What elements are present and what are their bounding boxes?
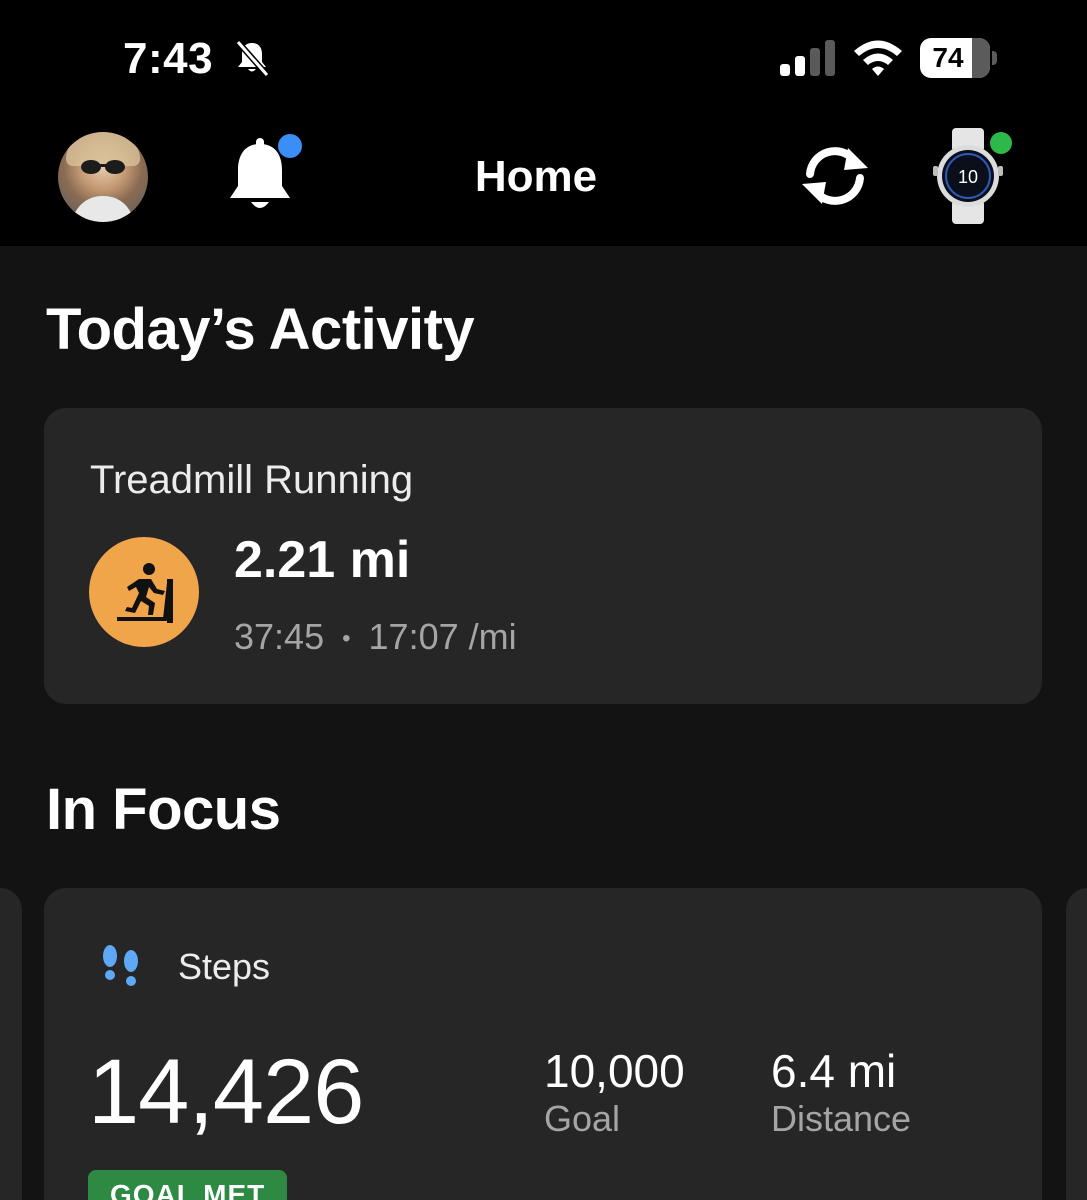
activity-card[interactable]: Treadmill Running 2.21 mi 37:45 • 17:07 … bbox=[44, 408, 1042, 704]
todays-activity-heading: Today’s Activity bbox=[46, 297, 475, 362]
steps-card[interactable]: Steps 14,426 10,000 Goal 6.4 mi Distance… bbox=[44, 888, 1042, 1200]
activity-pace: 17:07 /mi bbox=[368, 616, 517, 657]
cellular-signal-icon bbox=[780, 40, 835, 76]
battery-nub bbox=[992, 51, 997, 65]
steps-count: 14,426 bbox=[88, 1041, 364, 1143]
battery-indicator: 74 bbox=[920, 38, 998, 78]
status-time: 7:43 bbox=[123, 34, 214, 83]
steps-goal-label: Goal bbox=[544, 1098, 621, 1139]
bell-slash-icon bbox=[235, 40, 270, 77]
sync-icon[interactable] bbox=[798, 144, 872, 208]
activity-type-badge bbox=[89, 537, 199, 647]
screen: 7:43 74 Home 10 Today’s Activity Treadmi… bbox=[0, 0, 1087, 1200]
battery-body: 74 bbox=[920, 38, 990, 78]
steps-distance-value: 6.4 mi bbox=[771, 1045, 897, 1097]
avatar-shirt bbox=[72, 196, 134, 222]
status-bar: 7:43 74 bbox=[0, 0, 1087, 118]
activity-summary: 37:45 • 17:07 /mi bbox=[234, 616, 517, 658]
next-focus-card[interactable] bbox=[1066, 888, 1087, 1200]
steps-distance-label: Distance bbox=[771, 1098, 912, 1139]
device-connected-dot bbox=[990, 132, 1012, 154]
wifi-icon bbox=[854, 40, 902, 76]
activity-separator: • bbox=[342, 625, 351, 653]
app-header: Home 10 bbox=[0, 118, 1087, 246]
activity-duration: 37:45 bbox=[234, 616, 325, 657]
treadmill-runner-icon bbox=[117, 563, 173, 623]
battery-percent: 74 bbox=[932, 42, 964, 73]
footprints-icon bbox=[103, 945, 138, 986]
activity-distance: 2.21 mi bbox=[234, 531, 411, 589]
page-title: Home bbox=[474, 152, 598, 201]
in-focus-heading: In Focus bbox=[46, 777, 281, 842]
home-feed: Today’s Activity Treadmill Running 2.21 … bbox=[0, 246, 1087, 1200]
steps-goal-value: 10,000 bbox=[544, 1045, 685, 1097]
steps-title: Steps bbox=[178, 946, 271, 987]
previous-focus-card[interactable] bbox=[0, 888, 22, 1200]
profile-avatar[interactable] bbox=[58, 132, 148, 222]
svg-text:10: 10 bbox=[958, 167, 978, 187]
notification-badge-dot bbox=[278, 134, 302, 158]
activity-name: Treadmill Running bbox=[90, 458, 414, 502]
goal-met-badge: GOAL MET bbox=[88, 1170, 288, 1200]
avatar-sunglasses bbox=[81, 160, 125, 174]
